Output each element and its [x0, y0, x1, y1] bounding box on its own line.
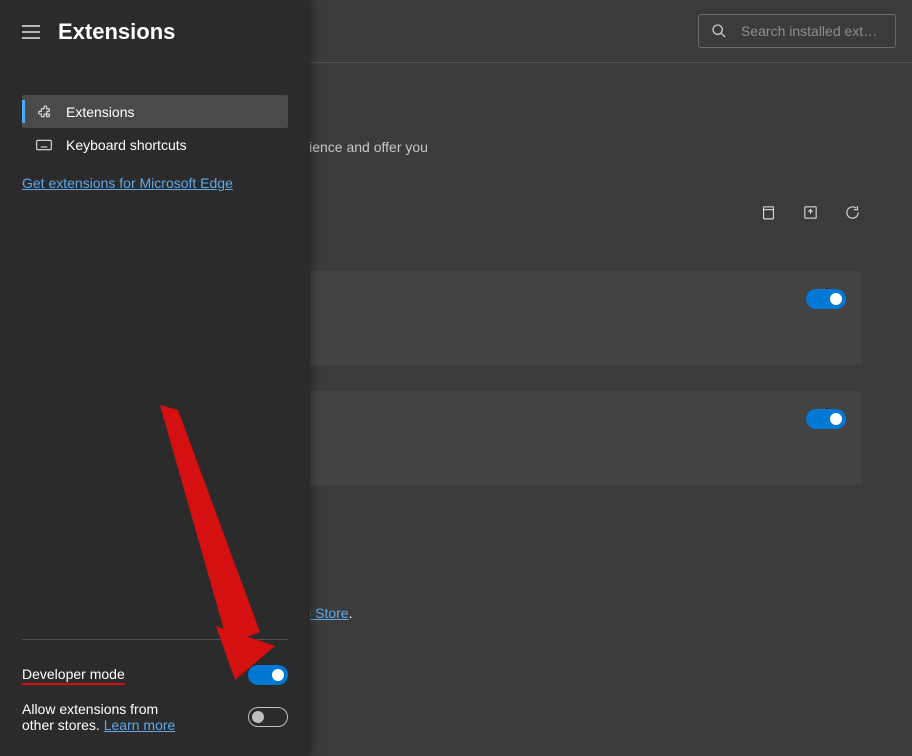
developer-mode-toggle[interactable]: [248, 665, 288, 685]
sidebar-item-label: Keyboard shortcuts: [66, 137, 187, 153]
developer-mode-label: Developer mode: [22, 666, 125, 685]
developer-mode-row: Developer mode: [22, 654, 288, 696]
other-stores-row: Allow extensions from other stores. Lear…: [22, 696, 288, 738]
reload-icon[interactable]: [842, 203, 862, 223]
sidebar: Extensions Extensions Keyboard shortcuts…: [0, 0, 310, 756]
pack-icon[interactable]: [800, 203, 820, 223]
learn-more-link[interactable]: Learn more: [104, 717, 176, 733]
sidebar-nav: Extensions Keyboard shortcuts: [0, 63, 310, 161]
other-stores-toggle[interactable]: [248, 707, 288, 727]
search-input[interactable]: Search installed exten…: [698, 14, 896, 48]
search-icon: [711, 23, 727, 39]
sidebar-item-extensions[interactable]: Extensions: [22, 95, 288, 128]
sidebar-title: Extensions: [58, 19, 175, 45]
puzzle-icon: [36, 104, 52, 120]
search-placeholder: Search installed exten…: [741, 23, 883, 39]
get-extensions-link[interactable]: Get extensions for Microsoft Edge: [22, 175, 233, 191]
sidebar-footer: Developer mode Allow extensions from oth…: [0, 639, 310, 756]
extension-toggle[interactable]: [806, 409, 846, 429]
keyboard-icon: [36, 139, 52, 151]
trash-icon[interactable]: [758, 203, 778, 223]
menu-icon[interactable]: [16, 19, 46, 45]
extension-toggle[interactable]: [806, 289, 846, 309]
sidebar-item-shortcuts[interactable]: Keyboard shortcuts: [22, 128, 288, 161]
other-stores-label: Allow extensions from: [22, 701, 158, 717]
sidebar-item-label: Extensions: [66, 104, 134, 120]
